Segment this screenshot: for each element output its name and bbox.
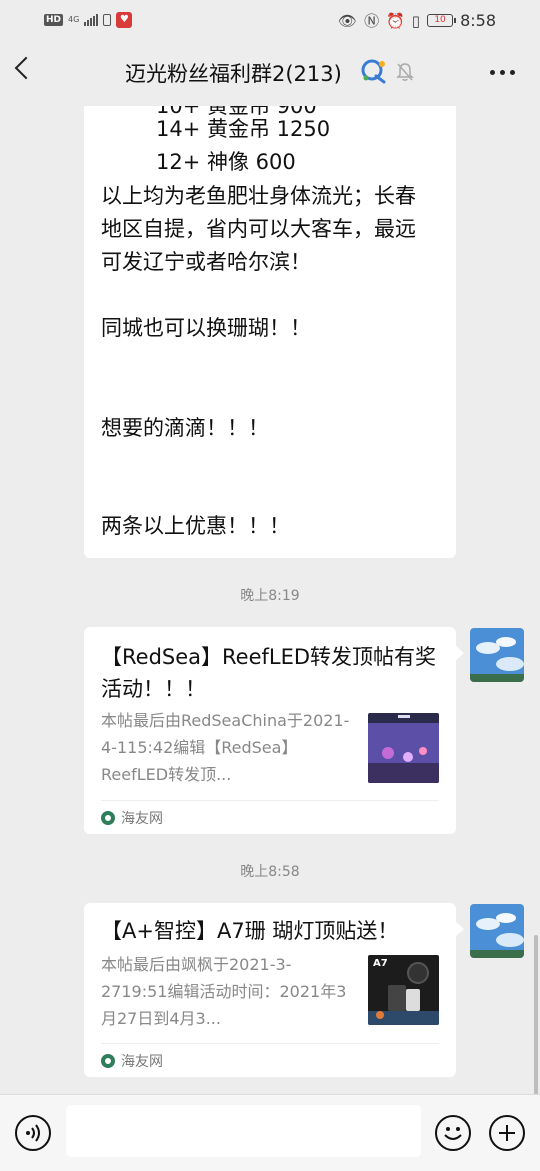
voice-icon[interactable] (15, 1115, 51, 1151)
link-card[interactable]: 【A+智控】A7珊 瑚灯顶贴送！ 本帖最后由飒枫于2021-3-2719:51编… (84, 903, 464, 1077)
avatar[interactable] (470, 904, 524, 958)
timestamp: 晚上8:58 (240, 864, 300, 880)
message-line: 可发辽宁或者哈尔滨！ (101, 250, 311, 274)
plus-icon[interactable] (489, 1115, 525, 1151)
scrollbar[interactable] (534, 935, 538, 1095)
message-line: 地区自提，省内可以大客车，最远 (101, 217, 416, 241)
message-line: 12+ 神像 600 (156, 150, 296, 174)
card-title: 【A+智控】A7珊 瑚灯顶贴送！ (101, 919, 399, 943)
message-line: 同城也可以换珊瑚！！ (101, 316, 311, 340)
link-card[interactable]: 【RedSea】ReefLED转发顶帖有奖活动！！！ 本帖最后由RedSeaCh… (84, 627, 464, 834)
alarm-icon: ⏰ (386, 11, 405, 30)
message-line: 14+ 黄金吊 1250 (156, 117, 331, 141)
clock: 8:58 (460, 11, 496, 30)
card-description: 本帖最后由RedSeaChina于2021-4-115:42编辑【RedSea】… (101, 711, 350, 784)
message-input[interactable] (66, 1105, 421, 1157)
message-line: 以上均为老鱼肥壮身体流光；长春 (101, 184, 416, 208)
eye-icon: 👁 (338, 11, 358, 30)
input-bar (0, 1094, 540, 1171)
card-description: 本帖最后由飒枫于2021-3-2719:51编辑活动时间：2021年3月27日到… (101, 955, 347, 1028)
card-source-label: 海友网 (121, 1054, 163, 1070)
chat-area[interactable]: 10+ 黄金吊 900 14+ 黄金吊 1250 12+ 神像 600 以上均为… (0, 106, 540, 1094)
card-source-label: 海友网 (121, 811, 163, 827)
card-thumbnail (368, 713, 439, 783)
card-thumbnail: A7 (368, 955, 439, 1025)
back-icon[interactable] (14, 56, 38, 80)
card-title: 【RedSea】ReefLED转发顶帖有奖活动！！！ (101, 645, 437, 701)
card-source: 海友网 (101, 808, 163, 828)
signal-icon (84, 14, 99, 26)
source-logo-icon (101, 811, 115, 825)
emoji-icon[interactable] (435, 1115, 471, 1151)
more-icon[interactable] (490, 70, 515, 75)
card-source: 海友网 (101, 1051, 163, 1071)
status-left: HD 4G ♥ (44, 12, 133, 28)
card-divider (101, 800, 439, 801)
card-divider (101, 1043, 439, 1044)
group-badge-icon (361, 59, 386, 84)
message-line: 两条以上优惠！！！ (101, 514, 290, 538)
battery-icon: 10 (427, 14, 457, 27)
sim-icon (103, 14, 112, 26)
vibrate-icon: ▯ (411, 11, 421, 30)
mute-bell-icon (396, 63, 414, 81)
timestamp: 晚上8:19 (240, 588, 300, 604)
app-notification-icon: ♥ (116, 12, 133, 28)
avatar[interactable] (470, 628, 524, 682)
chat-header: 迈光粉丝福利群2(213) (0, 40, 540, 106)
message-line: 想要的滴滴！！！ (101, 416, 269, 440)
thumbnail-label: A7 (373, 958, 388, 969)
status-bar: HD 4G ♥ 👁 Ⓝ ⏰ ▯ 10 8:58 (0, 0, 540, 40)
nfc-icon: Ⓝ (364, 12, 380, 30)
network-type: 4G (68, 15, 80, 24)
status-right: 👁 Ⓝ ⏰ ▯ 10 8:58 (338, 10, 496, 31)
hd-indicator: HD (44, 14, 64, 26)
message-bubble[interactable]: 10+ 黄金吊 900 14+ 黄金吊 1250 12+ 神像 600 以上均为… (84, 106, 456, 558)
source-logo-icon (101, 1054, 115, 1068)
chat-title: 迈光粉丝福利群2(213) (125, 62, 342, 86)
